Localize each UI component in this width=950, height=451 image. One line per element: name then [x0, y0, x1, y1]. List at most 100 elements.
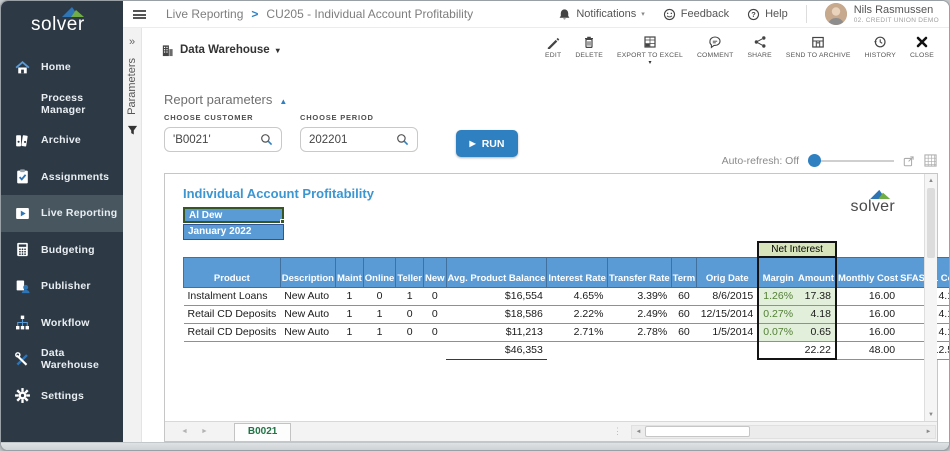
report-vertical-scrollbar[interactable]: ▲ ▼: [924, 174, 937, 421]
parameters-panel-label[interactable]: Parameters: [126, 58, 138, 115]
cell[interactable]: 60: [671, 323, 697, 341]
cell[interactable]: $18,586: [446, 305, 547, 323]
cell[interactable]: 2.22%: [547, 305, 608, 323]
cell[interactable]: [697, 341, 759, 359]
cell[interactable]: New Auto: [280, 323, 335, 341]
comment-button[interactable]: COMMENT: [690, 35, 741, 59]
cell[interactable]: [184, 341, 281, 359]
cell[interactable]: [280, 341, 335, 359]
cell[interactable]: [335, 341, 363, 359]
hamburger-menu-icon[interactable]: [133, 10, 146, 19]
scroll-right-icon[interactable]: ►: [922, 429, 935, 435]
col-header-maint[interactable]: Maint: [335, 257, 363, 287]
col-header-transfer-rate[interactable]: Transfer Rate: [607, 257, 671, 287]
col-header-online[interactable]: Online: [363, 257, 396, 287]
cell[interactable]: 2.49%: [607, 305, 671, 323]
user-menu[interactable]: Nils Rasmussen 02. Credit Union Demo: [825, 3, 939, 25]
cell[interactable]: 0: [423, 287, 446, 305]
cell[interactable]: 1: [335, 305, 363, 323]
col-header-monthly-cost[interactable]: Monthly Cost: [836, 257, 899, 287]
scroll-up-icon[interactable]: ▲: [925, 174, 937, 187]
scrollbar-thumb[interactable]: [645, 426, 750, 437]
search-icon[interactable]: [260, 133, 273, 146]
cell[interactable]: New Auto: [280, 287, 335, 305]
sidebar-item-budgeting[interactable]: Budgeting: [1, 232, 123, 269]
col-header-amount[interactable]: Amount: [797, 257, 836, 287]
cell[interactable]: 0: [423, 305, 446, 323]
report-parameters-toggle[interactable]: Report parameters▲: [164, 92, 287, 107]
cell[interactable]: 1.26%: [758, 287, 797, 305]
period-cell[interactable]: January 2022: [183, 224, 284, 240]
notifications-button[interactable]: Notifications ▾: [558, 8, 644, 21]
col-header-term[interactable]: Term: [671, 257, 697, 287]
cell[interactable]: [396, 341, 424, 359]
cell[interactable]: [423, 341, 446, 359]
cell[interactable]: [671, 341, 697, 359]
popout-icon[interactable]: [903, 155, 915, 167]
cell[interactable]: 17.38: [797, 287, 836, 305]
run-button[interactable]: ▶ RUN: [456, 130, 518, 157]
cell[interactable]: Retail CD Deposits: [184, 323, 281, 341]
expand-panel-icon[interactable]: »: [129, 37, 135, 48]
share-button[interactable]: SHARE: [740, 35, 778, 59]
cell[interactable]: 1: [335, 323, 363, 341]
cell[interactable]: 60: [671, 287, 697, 305]
data-source-selector[interactable]: Data Warehouse ▾: [161, 44, 280, 57]
cell[interactable]: Retail CD Deposits: [184, 305, 281, 323]
cell[interactable]: 2.71%: [547, 323, 608, 341]
sidebar-item-publisher[interactable]: Publisher: [1, 268, 123, 305]
cell[interactable]: 1: [363, 323, 396, 341]
sheet-tab-b0021[interactable]: B0021: [234, 423, 291, 441]
cell[interactable]: 16.00: [836, 305, 899, 323]
scroll-down-icon[interactable]: ▼: [925, 408, 937, 421]
cell[interactable]: 1: [335, 287, 363, 305]
sidebar-item-workflow[interactable]: Workflow: [1, 305, 123, 342]
grid-view-icon[interactable]: [924, 154, 937, 167]
sidebar-item-process-manager[interactable]: Process Manager: [1, 86, 123, 123]
cell[interactable]: 0: [363, 287, 396, 305]
sheet-next-icon[interactable]: ►: [201, 428, 208, 435]
cell[interactable]: 0.27%: [758, 305, 797, 323]
col-header-product[interactable]: Product: [184, 257, 281, 287]
sidebar-item-home[interactable]: Home: [1, 49, 123, 86]
customer-cell[interactable]: Al Dew: [183, 207, 284, 223]
cell[interactable]: 2.78%: [607, 323, 671, 341]
tab-splitter-dots[interactable]: ⋮: [613, 426, 623, 437]
breadcrumb-section[interactable]: Live Reporting: [166, 7, 243, 21]
cell[interactable]: New Auto: [280, 305, 335, 323]
total-monthly-cost-cell[interactable]: 48.00: [836, 341, 899, 359]
cell[interactable]: 4.18: [797, 305, 836, 323]
sidebar-item-data-warehouse[interactable]: Data Warehouse: [1, 341, 123, 378]
scroll-left-icon[interactable]: ◄: [632, 429, 645, 435]
cell[interactable]: [758, 341, 797, 359]
cell[interactable]: 16.00: [836, 323, 899, 341]
send-to-archive-button[interactable]: SEND TO ARCHIVE: [779, 35, 858, 59]
sidebar-item-archive[interactable]: Archive: [1, 122, 123, 159]
cell[interactable]: 0.07%: [758, 323, 797, 341]
scrollbar-thumb[interactable]: [927, 188, 935, 258]
sidebar-item-live-reporting[interactable]: Live Reporting: [1, 195, 123, 232]
cell[interactable]: 12/15/2014: [697, 305, 759, 323]
cell[interactable]: [547, 341, 608, 359]
cell[interactable]: $16,554: [446, 287, 547, 305]
search-icon[interactable]: [396, 133, 409, 146]
col-header-description[interactable]: Description: [280, 257, 335, 287]
close-button[interactable]: CLOSE: [903, 35, 941, 59]
cell[interactable]: 0.65: [797, 323, 836, 341]
auto-refresh-slider[interactable]: [808, 160, 894, 162]
col-header-teller[interactable]: Teller: [396, 257, 424, 287]
col-header-interest-rate[interactable]: Interest Rate: [547, 257, 608, 287]
cell[interactable]: Instalment Loans: [184, 287, 281, 305]
cell[interactable]: 0: [423, 323, 446, 341]
cell[interactable]: 1: [363, 305, 396, 323]
period-input[interactable]: 202201: [300, 127, 418, 152]
sheet-prev-icon[interactable]: ◄: [181, 428, 188, 435]
cell[interactable]: 1/5/2014: [697, 323, 759, 341]
total-net-interest-cell[interactable]: 22.22: [797, 341, 836, 359]
cell[interactable]: $11,213: [446, 323, 547, 341]
edit-button[interactable]: EDIT: [538, 35, 568, 59]
cell[interactable]: 4.65%: [547, 287, 608, 305]
col-header-balance[interactable]: Avg. Product Balance: [446, 257, 547, 287]
cell[interactable]: 1: [396, 287, 424, 305]
cell[interactable]: 3.39%: [607, 287, 671, 305]
